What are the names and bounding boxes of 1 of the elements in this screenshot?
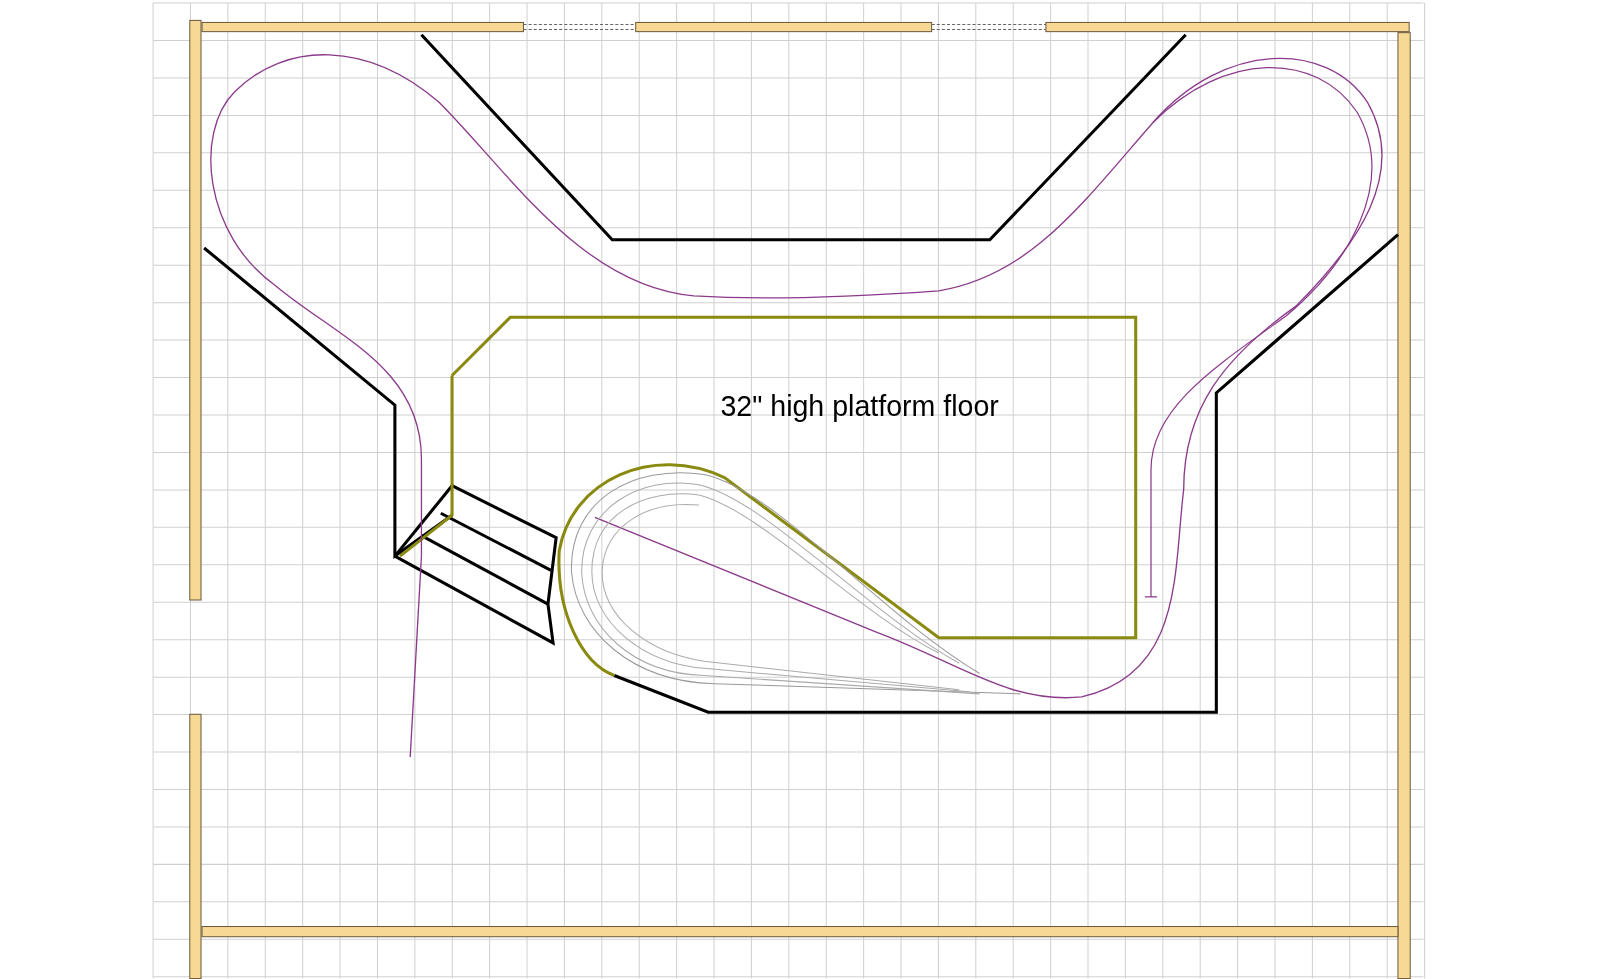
platform-label: 32" high platform floor [720, 390, 999, 423]
